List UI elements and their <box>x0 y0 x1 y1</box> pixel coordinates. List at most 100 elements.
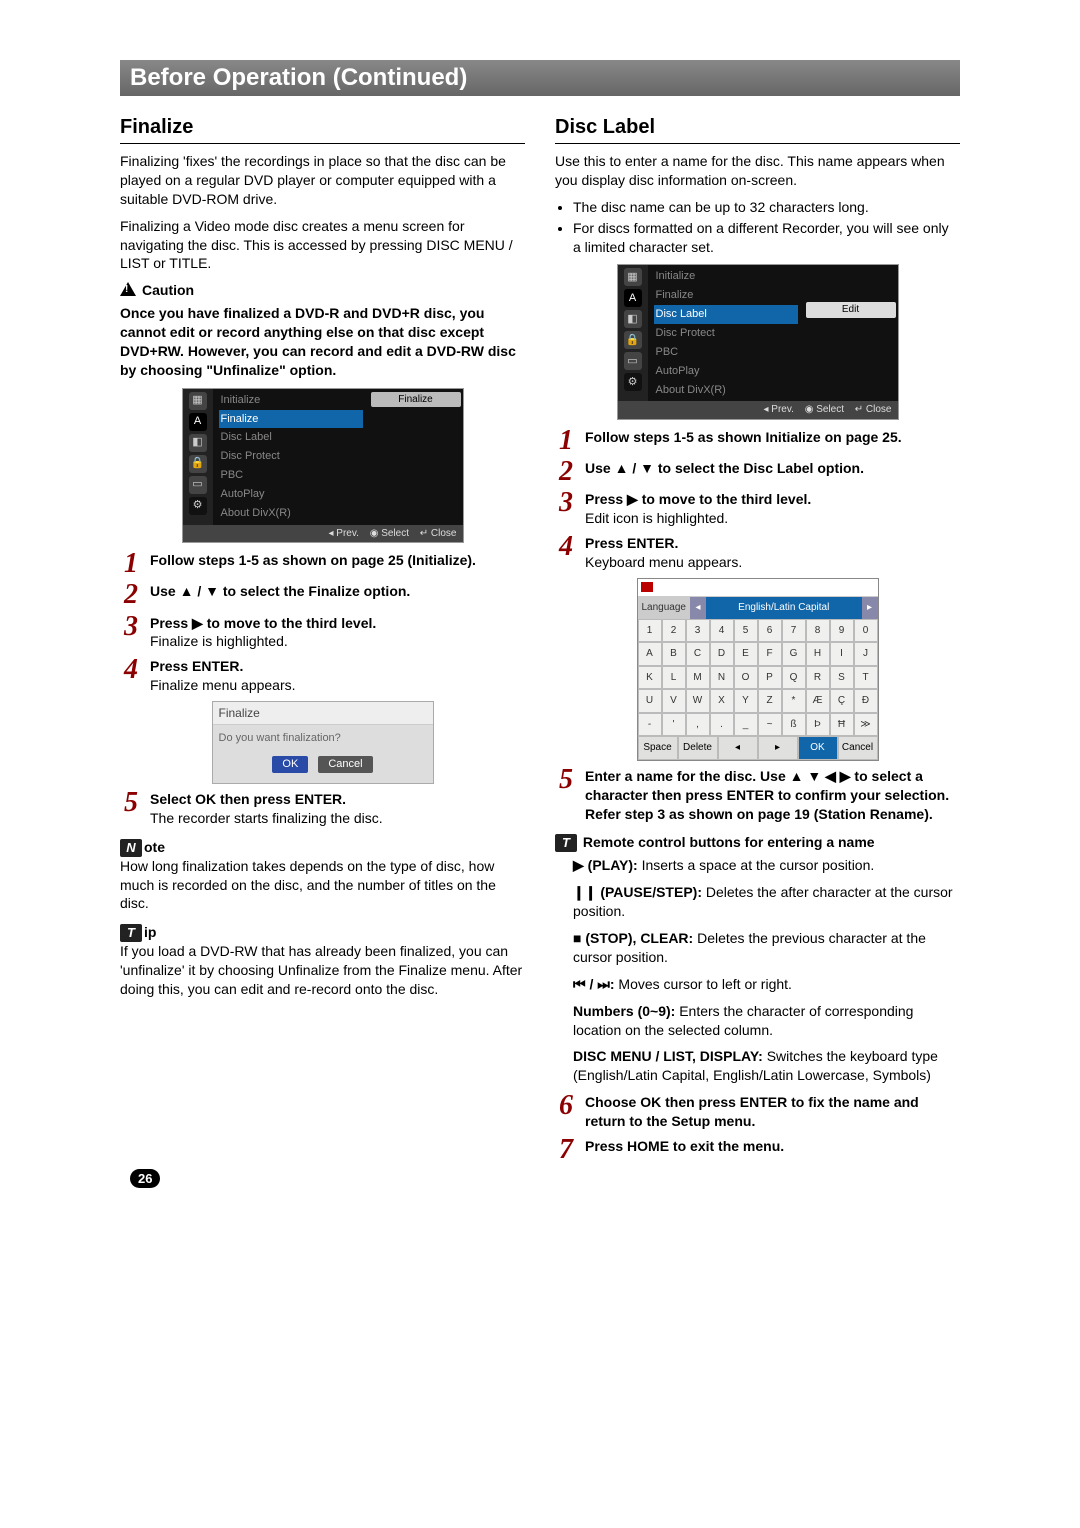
kb-key: J <box>854 642 878 666</box>
kb-key: D <box>710 642 734 666</box>
right-step-6: Choose OK then press ENTER to fix the na… <box>585 1093 960 1131</box>
step-number-3: 3 <box>555 490 577 515</box>
kb-key: Q <box>782 666 806 690</box>
kb-key: Ħ <box>830 713 854 737</box>
kb-bottom-key: ▸ <box>758 736 798 760</box>
disclabel-heading: Disc Label <box>555 114 960 144</box>
kb-key: 1 <box>638 619 662 643</box>
kb-key: 7 <box>782 619 806 643</box>
disclabel-intro: Use this to enter a name for the disc. T… <box>555 152 960 190</box>
footer-select: ◉ Select <box>370 528 409 539</box>
kb-key: 5 <box>734 619 758 643</box>
kb-key: S <box>830 666 854 690</box>
menu-item: PBC <box>219 466 363 485</box>
rc-discmenu: DISC MENU / LIST, DISPLAY: Switches the … <box>555 1047 960 1085</box>
kb-key: C <box>686 642 710 666</box>
menu-item: Disc Protect <box>219 447 363 466</box>
finalize-intro-1: Finalizing 'fixes' the recordings in pla… <box>120 152 525 209</box>
menu-item: About DivX(R) <box>654 381 798 400</box>
right-step-5: Enter a name for the disc. Use ▲ ▼ ◀ ▶ t… <box>585 767 960 824</box>
caution-label: Caution <box>142 281 194 300</box>
note-icon: N <box>120 839 142 857</box>
caution-icon <box>120 282 136 296</box>
left-step-4n: Finalize menu appears. <box>150 677 296 693</box>
kb-key: O <box>734 666 758 690</box>
right-step-3n: Edit icon is highlighted. <box>585 510 728 526</box>
kb-bottom-key: OK <box>798 736 838 760</box>
kb-key: A <box>638 642 662 666</box>
kb-left-arrow: ◂ <box>690 597 706 619</box>
rc-skip: ⏮ / ⏭: Moves cursor to left or right. <box>555 975 960 994</box>
kb-key: 3 <box>686 619 710 643</box>
kb-key: K <box>638 666 662 690</box>
finalize-dialog-title: Finalize <box>213 702 433 725</box>
kb-key: Ç <box>830 689 854 713</box>
right-step-4b: Press ENTER. <box>585 535 678 551</box>
disclabel-bullet-1: The disc name can be up to 32 characters… <box>573 198 960 217</box>
kb-key: B <box>662 642 686 666</box>
menu-item: AutoPlay <box>219 485 363 504</box>
kb-key: L <box>662 666 686 690</box>
kb-key: I <box>830 642 854 666</box>
kb-key: Z <box>758 689 782 713</box>
note-label: ote <box>144 839 165 855</box>
step-number-1: 1 <box>555 428 577 453</box>
kb-key: P <box>758 666 782 690</box>
kb-lang-label: Language <box>638 597 691 619</box>
right-step-1: Follow steps 1-5 as shown Initialize on … <box>585 428 960 447</box>
kb-key: ≫ <box>854 713 878 737</box>
finalize-cancel-button: Cancel <box>318 756 372 773</box>
rc-numbers: Numbers (0~9): Enters the character of c… <box>555 1002 960 1040</box>
menu-item: Initialize <box>654 267 798 286</box>
kb-key: W <box>686 689 710 713</box>
right-column: Disc Label Use this to enter a name for … <box>555 114 960 1168</box>
finalize-menu-screenshot: ▦A◧🔒▭⚙ Initialize Finalize Disc Label Di… <box>182 388 464 543</box>
menu-item: Disc Label <box>219 428 363 447</box>
step-number-3: 3 <box>120 614 142 639</box>
tip-icon: T <box>120 924 142 942</box>
right-step-4n: Keyboard menu appears. <box>585 554 742 570</box>
kb-right-arrow: ▸ <box>862 597 878 619</box>
kb-key: 6 <box>758 619 782 643</box>
kb-key: E <box>734 642 758 666</box>
tip-label: ip <box>144 924 156 940</box>
kb-key: M <box>686 666 710 690</box>
right-step-7: Press HOME to exit the menu. <box>585 1137 960 1156</box>
left-step-2: Use ▲ / ▼ to select the Finalize option. <box>150 582 525 601</box>
edit-pill: Edit <box>806 302 896 318</box>
keyboard-screenshot: Language ◂ English/Latin Capital ▸ 12345… <box>637 578 879 761</box>
rc-play: ▶ (PLAY): Inserts a space at the cursor … <box>555 856 960 875</box>
kb-key: _ <box>734 713 758 737</box>
kb-bottom-key: Space <box>638 736 678 760</box>
kb-key: Æ <box>806 689 830 713</box>
menu-item: Finalize <box>654 286 798 305</box>
footer-close: ↵ Close <box>855 404 892 415</box>
menu-item-selected: Disc Label <box>654 305 798 324</box>
kb-key: . <box>710 713 734 737</box>
menu-item: Initialize <box>219 391 363 410</box>
finalize-confirm-screenshot: Finalize Do you want finalization? OK Ca… <box>212 701 434 784</box>
finalize-ok-button: OK <box>272 756 308 773</box>
tip-icon: T <box>555 834 577 852</box>
step-number-2: 2 <box>555 459 577 484</box>
keyboard-logo-icon <box>641 582 653 592</box>
disclabel-bullet-2: For discs formatted on a different Recor… <box>573 219 960 257</box>
section-title: Before Operation (Continued) <box>120 60 960 96</box>
kb-key: U <box>638 689 662 713</box>
kb-key: H <box>806 642 830 666</box>
remote-tip-heading: Remote control buttons for entering a na… <box>583 834 875 850</box>
kb-key: 0 <box>854 619 878 643</box>
footer-prev: ◂ Prev. <box>329 528 359 539</box>
kb-key: Y <box>734 689 758 713</box>
kb-key: 8 <box>806 619 830 643</box>
kb-key: N <box>710 666 734 690</box>
kb-key: 4 <box>710 619 734 643</box>
kb-key: ' <box>662 713 686 737</box>
step-number-6: 6 <box>555 1093 577 1118</box>
right-step-2: Use ▲ / ▼ to select the Disc Label optio… <box>585 459 960 478</box>
kb-bottom-key: ◂ <box>718 736 758 760</box>
menu-item: AutoPlay <box>654 362 798 381</box>
kb-key: R <box>806 666 830 690</box>
footer-prev: ◂ Prev. <box>764 404 794 415</box>
step-number-4: 4 <box>120 657 142 682</box>
